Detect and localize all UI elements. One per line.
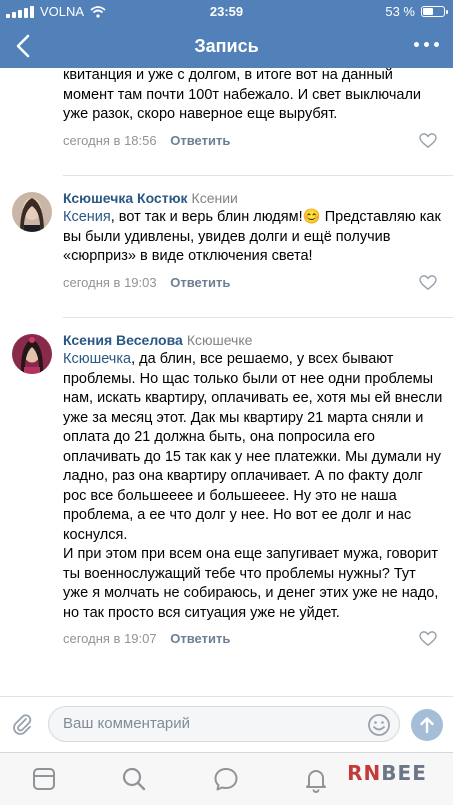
comment-header: Ксения Веселова Ксюшечке [63, 330, 443, 350]
comment-input-bar [0, 696, 453, 752]
tab-bar: RN BEE [0, 752, 453, 805]
comment-author[interactable]: Ксюшечка Костюк [63, 190, 188, 206]
battery-icon [421, 6, 448, 17]
battery-fill [423, 8, 433, 15]
comment-date: сегодня в 18:56 [63, 132, 157, 148]
comment-reply-to[interactable]: Ксюшечке [187, 332, 253, 348]
heart-outline-icon[interactable] [419, 132, 437, 149]
comment-header: Ксюшечка Костюк Ксении [63, 188, 443, 208]
reply-button[interactable]: Ответить [170, 275, 230, 290]
more-dots-icon[interactable] [414, 42, 439, 47]
status-right: 53 % [385, 4, 448, 19]
watermark-part1: RN [347, 761, 382, 785]
comment-body: , вот так и верь блин людям!😊 Представля… [63, 209, 441, 264]
comment-text-paragraph: И при этом при всем она еще запугивает м… [63, 546, 439, 621]
avatar[interactable] [12, 334, 52, 374]
avatar[interactable] [12, 192, 52, 232]
mention-link[interactable]: Ксения [63, 209, 111, 225]
heart-outline-icon[interactable] [419, 631, 437, 647]
watermark-logo: RN BEE [341, 757, 433, 789]
heart-outline-icon[interactable] [419, 274, 437, 291]
smile-icon[interactable] [367, 713, 391, 737]
nav-bar: Запись [0, 24, 453, 68]
watermark-part2: BEE [381, 761, 427, 785]
mention-link[interactable]: Ксюшечка [63, 351, 131, 367]
comment-footer: сегодня в 19:03 Ответить [63, 271, 443, 295]
comment-author[interactable]: Ксения Веселова [63, 332, 183, 348]
comment-text: Ксения, вот так и верь блин людям!😊 Пред… [63, 208, 443, 267]
comment-body: , да блин, все решаемо, у всех бывают пр… [63, 351, 443, 543]
battery-percent: 53 % [385, 4, 415, 19]
divider [63, 175, 453, 176]
status-bar: VOLNA 23:59 53 % [0, 0, 453, 24]
reply-button[interactable]: Ответить [170, 631, 230, 646]
divider [63, 317, 453, 318]
paperclip-icon[interactable] [10, 713, 34, 737]
page-title: Запись [194, 36, 259, 56]
comment-text: Ксюшечка, да блин, все решаемо, у всех б… [63, 350, 443, 545]
comment-text: квитанция и уже с долгом, в итоге вот на… [63, 68, 422, 122]
comment-reply-to[interactable]: Ксении [192, 190, 238, 206]
news-feed-icon[interactable] [30, 765, 58, 793]
comment-input[interactable] [63, 715, 353, 732]
comments-list[interactable]: квитанция и уже с долгом, в итоге вот на… [0, 68, 453, 696]
comment-footer: сегодня в 18:56 Ответить [63, 129, 443, 153]
comment-date: сегодня в 19:07 [63, 631, 157, 646]
comment-field[interactable] [48, 706, 400, 742]
comment-footer: сегодня в 19:07 Ответить [63, 627, 443, 651]
notifications-bell-icon[interactable] [302, 765, 330, 793]
messages-icon[interactable] [212, 765, 240, 793]
comment-date: сегодня в 19:03 [63, 274, 157, 290]
send-button[interactable] [411, 709, 443, 741]
search-icon[interactable] [120, 765, 148, 793]
send-arrow-icon [420, 717, 434, 734]
reply-button[interactable]: Ответить [170, 133, 230, 148]
